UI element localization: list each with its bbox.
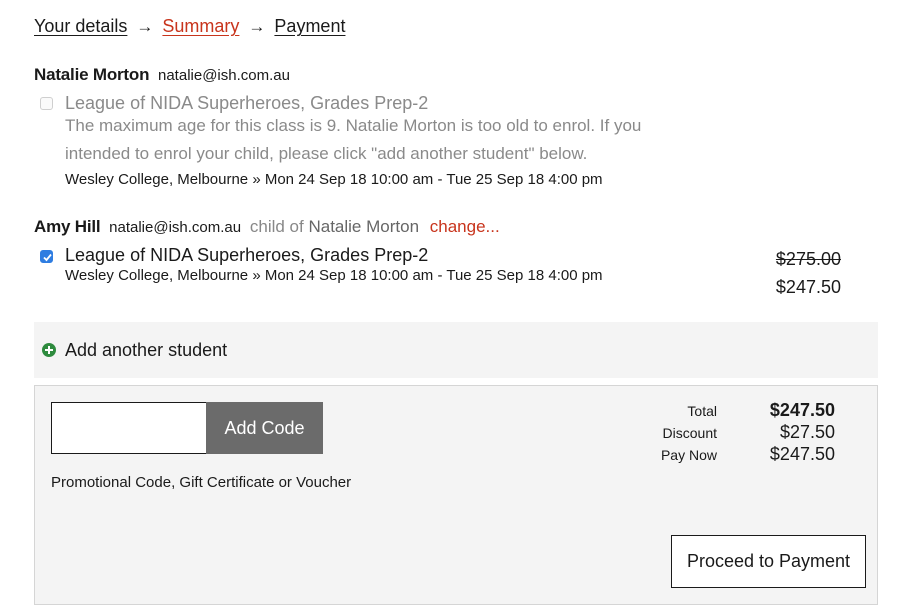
- checkmark-icon: [43, 253, 52, 262]
- enrol-checkbox-disabled[interactable]: [40, 97, 53, 110]
- class-meta: Wesley College, Melbourne » Mon 24 Sep 1…: [65, 171, 603, 188]
- total-label: Total: [687, 403, 717, 419]
- breadcrumb-summary[interactable]: Summary: [162, 16, 239, 37]
- discount-value: $27.50: [779, 422, 835, 442]
- pay-now-value: $247.50: [769, 444, 835, 464]
- discounted-price: $247.50: [775, 277, 841, 297]
- plus-circle-icon: [42, 343, 56, 357]
- student-name: Natalie Morton: [34, 65, 150, 84]
- enrol-checkbox-checked[interactable]: [40, 250, 53, 263]
- class-meta: Wesley College, Melbourne » Mon 24 Sep 1…: [65, 267, 603, 284]
- breadcrumb-payment[interactable]: Payment: [274, 16, 345, 37]
- age-warning-message: The maximum age for this class is 9. Nat…: [65, 116, 642, 163]
- original-price: $275.00: [775, 249, 841, 269]
- checkout-summary-panel: Add Code Promotional Code, Gift Certific…: [34, 385, 878, 605]
- class-title: League of NIDA Superheroes, Grades Prep-…: [65, 245, 429, 265]
- pay-now-label: Pay Now: [660, 447, 717, 463]
- arrow-right-icon: →: [248, 16, 266, 36]
- breadcrumb: Your details → Summary → Payment: [34, 16, 345, 37]
- student-header: Amy Hill natalie@ish.com.au child of Nat…: [34, 217, 500, 237]
- change-parent-link[interactable]: change...: [430, 217, 500, 236]
- breadcrumb-your-details[interactable]: Your details: [34, 16, 127, 37]
- student-email: natalie@ish.com.au: [158, 67, 290, 84]
- parent-name: Natalie Morton: [308, 217, 420, 236]
- promo-code-input[interactable]: [51, 402, 207, 454]
- add-student-label: Add another student: [65, 339, 228, 360]
- student-name: Amy Hill: [34, 217, 101, 236]
- arrow-right-icon: →: [136, 16, 154, 36]
- student-header: Natalie Morton natalie@ish.com.au: [34, 65, 290, 85]
- student-email: natalie@ish.com.au: [109, 219, 242, 236]
- class-title: League of NIDA Superheroes, Grades Prep-…: [65, 93, 429, 113]
- add-code-button[interactable]: Add Code: [206, 402, 323, 454]
- add-another-student-button[interactable]: Add another student: [34, 322, 878, 378]
- discount-label: Discount: [662, 425, 717, 441]
- total-value: $247.50: [769, 400, 835, 420]
- child-of-label: child of: [249, 217, 304, 236]
- proceed-to-payment-button[interactable]: Proceed to Payment: [671, 535, 866, 588]
- promo-code-label: Promotional Code, Gift Certificate or Vo…: [51, 474, 352, 491]
